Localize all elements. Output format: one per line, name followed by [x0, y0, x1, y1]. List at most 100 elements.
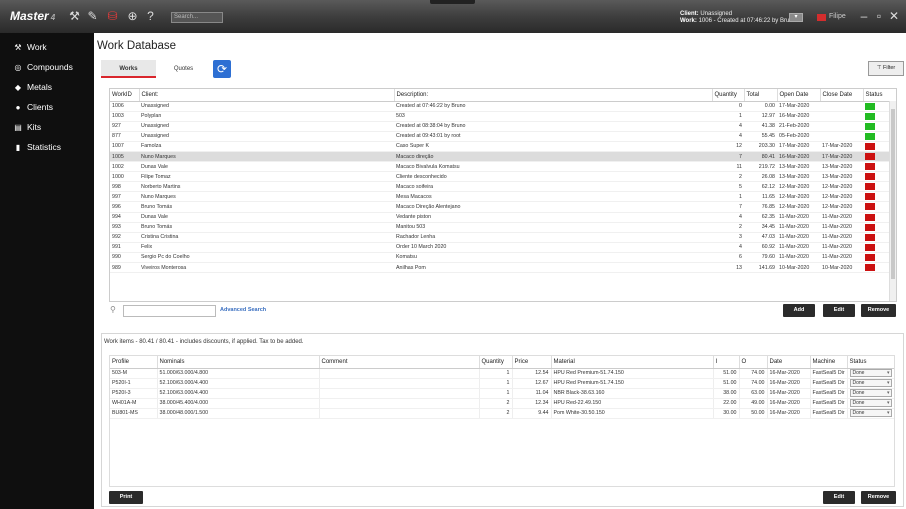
table-cell: 0.00	[744, 101, 777, 112]
table-cell: Done	[847, 368, 894, 379]
column-header[interactable]: Status	[863, 89, 896, 102]
tab-works[interactable]: Works	[101, 60, 156, 78]
list-item[interactable]: BU801-MS 38.000/48.000/1.500 2 9.44 Pom Whit…	[110, 408, 894, 419]
sidebar-item-clients[interactable]: ● Clients	[0, 97, 94, 117]
table-cell: 12-Mar-2020	[820, 191, 863, 203]
list-item[interactable]: 503-M 51.000/63.000/4.800 1 12.54 HPU Red Pr…	[110, 368, 894, 379]
status-dropdown[interactable]: Done	[849, 399, 892, 408]
table-row[interactable]: 1007 Famolza Caso Super K 12 203.30 17-Mar-20…	[110, 141, 896, 152]
column-header[interactable]: Comment	[319, 356, 480, 369]
table-row[interactable]: 990 Sergio Pc do Coelho Komatsu 6 79.60 11-Ma…	[110, 252, 896, 264]
column-header[interactable]: Client:	[139, 89, 395, 102]
column-header[interactable]: Open Date	[777, 89, 821, 102]
status-dropdown[interactable]: Done	[849, 379, 892, 388]
table-row[interactable]: 877 Unassigned Created at 09:43:01 by root…	[110, 131, 896, 142]
works-search-input[interactable]	[123, 305, 216, 317]
list-item[interactable]: P520I-3 52.100/63.000/4.400 1 11.04 NBR Blac…	[110, 388, 894, 399]
item-edit-button[interactable]: Edit	[823, 491, 855, 504]
table-cell: 12	[712, 141, 744, 152]
column-header[interactable]: Date	[767, 356, 811, 369]
tools-icon[interactable]: ⚒	[68, 10, 81, 23]
status-dropdown[interactable]: Done	[849, 409, 892, 418]
column-header[interactable]: Machine	[810, 356, 848, 369]
table-cell: 141.69	[744, 262, 777, 274]
table-row[interactable]: 991 Felix Order 10 March 2020 4 60.92 11-Mar-…	[110, 242, 896, 253]
column-header[interactable]: Material	[551, 356, 714, 369]
status-dropdown[interactable]: Done	[849, 389, 892, 398]
table-cell: 11.04	[512, 388, 552, 399]
works-scrollbar[interactable]	[889, 101, 896, 301]
user-icon: ●	[15, 102, 21, 112]
column-header[interactable]: I	[713, 356, 740, 369]
column-header[interactable]: Quantity	[712, 89, 745, 102]
close-icon[interactable]: ✕	[888, 9, 900, 23]
sidebar-item-metals[interactable]: ◆ Metals	[0, 77, 94, 97]
maximize-icon[interactable]: ▫	[873, 9, 885, 23]
table-cell: 4	[712, 121, 744, 132]
tab-quotes[interactable]: Quotes	[156, 60, 211, 78]
window-grabber[interactable]	[430, 0, 475, 4]
print-button[interactable]: Print	[109, 491, 143, 504]
user-label[interactable]: Filipe	[829, 13, 846, 20]
status-dropdown[interactable]: Done	[849, 369, 892, 378]
table-cell: WH01A-M	[110, 398, 158, 409]
table-cell: 17-Mar-2020	[777, 141, 820, 152]
status-indicator	[865, 173, 875, 181]
table-cell: Cristina Cristina	[139, 232, 394, 243]
column-header[interactable]: Price	[512, 356, 552, 369]
table-cell: 12-Mar-2020	[777, 191, 820, 203]
sidebar-item-kits[interactable]: ▤ Kits	[0, 117, 94, 137]
column-header[interactable]: Total	[744, 89, 778, 102]
list-item[interactable]: P520I-1 52.100/63.000/4.400 1 12.67 HPU Red …	[110, 378, 894, 389]
column-header[interactable]: Nominals	[157, 356, 320, 369]
column-header[interactable]: Description:	[394, 89, 713, 102]
database-icon[interactable]: ⛁	[106, 10, 119, 23]
table-row[interactable]: 1000 Filipe Tomaz Cliente desconhecido 2 26.…	[110, 171, 896, 183]
table-row[interactable]: 1006 Unassigned Created at 07:46:22 by Bru…	[110, 101, 896, 112]
add-button[interactable]: Add	[783, 304, 815, 317]
table-row[interactable]: 992 Cristina Cristina Rachador Lenha 3 47.03…	[110, 232, 896, 243]
table-row[interactable]: 993 Bruno Tomás Manitou 503 2 34.45 11-Mar-20…	[110, 222, 896, 233]
column-header[interactable]: Profile	[110, 356, 158, 369]
table-cell: 1007	[110, 141, 139, 152]
table-cell: 16-Mar-2020	[767, 388, 811, 399]
table-row[interactable]: 1005 Nuno Marques Macaco direção 7 80.41 16-M…	[110, 151, 896, 163]
table-row[interactable]: 998 Norberto Martins Macaco soifeira 5 62.12…	[110, 181, 896, 193]
column-header[interactable]: O	[739, 356, 768, 369]
table-row[interactable]: 927 Unassigned Created at 08:38:04 by Brun…	[110, 121, 896, 132]
column-header[interactable]: Quantity	[479, 356, 513, 369]
table-row[interactable]: 1002 Dunas Vale Macaco Bivalvula Komatsu 11…	[110, 161, 896, 173]
table-cell: BU801-MS	[110, 408, 158, 419]
table-cell: Done	[847, 378, 894, 389]
table-cell: 21-Feb-2020	[777, 121, 820, 132]
item-remove-button[interactable]: Remove	[861, 491, 896, 504]
column-header[interactable]: Close Date	[820, 89, 864, 102]
advanced-search-link[interactable]: Advanced Search	[220, 307, 266, 313]
sidebar-item-compounds[interactable]: ◎ Compounds	[0, 57, 94, 77]
minimize-icon[interactable]: –	[858, 9, 870, 23]
filter-button[interactable]: ⊤ Filter	[868, 61, 904, 76]
table-cell: 38.000/45.400/4.000	[157, 398, 320, 409]
column-header[interactable]: WorkID	[110, 89, 140, 102]
list-item[interactable]: WH01A-M 38.000/45.400/4.000 2 12.34 HPU Red-…	[110, 398, 894, 409]
refresh-button[interactable]: ⟳	[213, 60, 231, 78]
upload-icon[interactable]: ⊕	[126, 10, 139, 23]
table-row[interactable]: 1003 Polyplan 503 1 12.97 16-Mar-2020	[110, 111, 896, 122]
flag-icon[interactable]	[817, 14, 826, 21]
sidebar-item-statistics[interactable]: ▮ Statistics	[0, 137, 94, 157]
column-header[interactable]: Status	[847, 356, 894, 369]
status-indicator	[865, 183, 875, 191]
table-row[interactable]: 989 Viveiros Monterosa Anilhas Pom 13 141.69…	[110, 262, 896, 274]
table-row[interactable]: 994 Dunas Vale Vedante piston 4 62.35 11-Mar-…	[110, 212, 896, 223]
search-input[interactable]: Search...	[171, 12, 223, 23]
table-cell: 11-Mar-2020	[820, 232, 863, 243]
table-row[interactable]: 996 Bruno Tomás Macaco Direção Alentejano 7…	[110, 201, 896, 213]
remove-button[interactable]: Remove	[861, 304, 896, 317]
help-icon[interactable]: ?	[144, 10, 157, 23]
session-dropdown-button[interactable]: ▾	[789, 13, 803, 22]
sidebar-item-work[interactable]: ⚒ Work	[0, 37, 94, 57]
table-row[interactable]: 997 Nuno Marques Mesa Macacos 1 11.65 12-Mar-…	[110, 191, 896, 203]
status-indicator	[865, 122, 875, 130]
wrench-icon[interactable]: ✎	[86, 10, 99, 23]
edit-button[interactable]: Edit	[823, 304, 855, 317]
